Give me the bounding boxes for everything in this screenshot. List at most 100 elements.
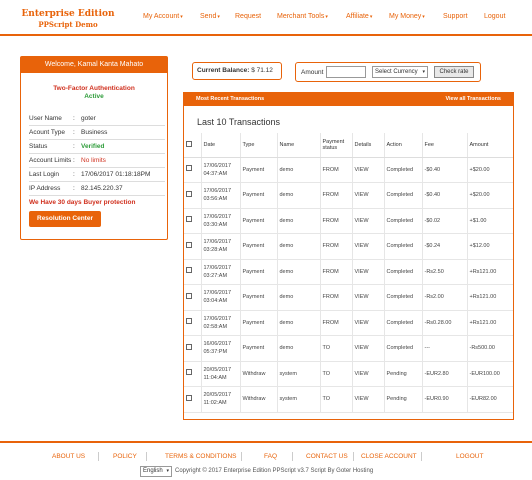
nav-item-label: Support xyxy=(443,13,468,20)
footer-link-about-us[interactable]: ABOUT US xyxy=(52,453,85,460)
cell-pstatus: FROM xyxy=(319,233,352,260)
cell-details[interactable]: VIEW xyxy=(351,157,384,183)
cell-fee: -$0.24 xyxy=(421,233,467,260)
resolution-center-button[interactable]: Resolution Center xyxy=(29,211,101,227)
recent-transactions-label: Most Recent Transactions xyxy=(196,96,265,102)
row-checkbox[interactable] xyxy=(186,165,192,172)
row-checkbox[interactable] xyxy=(186,292,192,299)
cell-type: Payment xyxy=(239,208,277,234)
cell-details[interactable]: VIEW xyxy=(351,310,384,336)
cell-details[interactable]: VIEW xyxy=(351,335,384,362)
row-checkbox[interactable] xyxy=(186,241,192,248)
footer-link-contact-us[interactable]: CONTACT US xyxy=(306,453,348,460)
caret-down-icon: ▾ xyxy=(369,14,373,20)
cell-name: demo xyxy=(276,233,320,260)
nav-item-logout[interactable]: Logout xyxy=(484,13,505,20)
cell-fee: -Rs2.00 xyxy=(421,284,467,311)
cell-fee: -EUR2.80 xyxy=(421,361,467,387)
select-all-checkbox[interactable] xyxy=(186,140,192,147)
select-all-checkbox-cell xyxy=(184,133,201,158)
cell-details[interactable]: VIEW xyxy=(351,284,384,311)
cell-action: Completed xyxy=(383,335,422,362)
cell-amount: -EUR100.00 xyxy=(466,361,513,387)
nav-item-send[interactable]: Send▾ xyxy=(200,13,220,20)
cell-amount: +Rs121.00 xyxy=(466,284,513,311)
footer-link-logout[interactable]: LOGOUT xyxy=(456,453,483,460)
cell-pstatus: TO xyxy=(319,386,352,413)
cell-fee: -EUR0.90 xyxy=(421,386,467,413)
row-checkbox[interactable] xyxy=(186,216,192,223)
row-checkbox[interactable] xyxy=(186,190,192,197)
cell-details[interactable]: VIEW xyxy=(351,259,384,285)
row-checkbox-cell xyxy=(184,208,201,234)
nav-item-my-money[interactable]: My Money▾ xyxy=(389,13,425,20)
table-row: 16/06/2017 05:37:PM Payment demo TO VIEW Comp… xyxy=(184,335,513,362)
cell-name: demo xyxy=(276,310,320,336)
table-row: 17/06/2017 03:27:AM Payment demo FROM VIEW Co… xyxy=(184,259,513,285)
info-colon: : xyxy=(73,171,75,178)
footer-separator xyxy=(241,452,242,461)
cell-details[interactable]: VIEW xyxy=(351,386,384,413)
nav-item-merchant-tools[interactable]: Merchant Tools▾ xyxy=(277,13,328,20)
info-divider xyxy=(29,125,165,126)
view-all-transactions-link[interactable]: View all Transactions xyxy=(445,93,501,106)
table-row: 17/06/2017 03:04:AM Payment demo FROM VIEW Co… xyxy=(184,284,513,311)
footer-nav: ABOUT US POLICY TERMS & CONDITIONS FAQ CONTA… xyxy=(0,452,532,461)
cell-amount: +Rs121.00 xyxy=(466,259,513,285)
buyer-protection-note: We Have 30 days Buyer protection xyxy=(29,199,136,206)
row-checkbox[interactable] xyxy=(186,318,192,325)
cell-date: 17/06/2017 03:30:AM xyxy=(200,208,240,234)
footer-link-faq[interactable]: FAQ xyxy=(264,453,277,460)
nav-item-request[interactable]: Request xyxy=(235,13,261,20)
currency-select[interactable]: Select Currency ▾ xyxy=(372,66,428,78)
info-colon: : xyxy=(73,143,75,150)
exchange-rate-form: Amount Select Currency ▾ Check rate xyxy=(295,62,481,82)
cell-details[interactable]: VIEW xyxy=(351,182,384,209)
info-colon: : xyxy=(73,115,75,122)
cell-details[interactable]: VIEW xyxy=(351,233,384,260)
amount-input[interactable] xyxy=(326,66,366,78)
row-checkbox-cell xyxy=(184,361,201,387)
row-checkbox[interactable] xyxy=(186,343,192,350)
cell-action: Completed xyxy=(383,182,422,209)
row-checkbox[interactable] xyxy=(186,369,192,376)
cell-type: Withdraw xyxy=(239,361,277,387)
footer-link-policy[interactable]: POLICY xyxy=(113,453,137,460)
cell-date: 17/06/2017 03:04:AM xyxy=(200,284,240,311)
transactions-card: Most Recent Transactions View all Transa… xyxy=(183,92,514,420)
currency-select-value: Select Currency xyxy=(375,69,418,75)
info-colon: : xyxy=(73,157,75,164)
info-divider xyxy=(29,153,165,154)
info-divider xyxy=(29,195,165,196)
brand-title: Enterprise Edition xyxy=(21,9,115,19)
cell-name: demo xyxy=(276,335,320,362)
cell-date: 17/06/2017 02:58:AM xyxy=(200,310,240,336)
footer-link-terms-conditions[interactable]: TERMS & CONDITIONS xyxy=(165,453,237,460)
cell-details[interactable]: VIEW xyxy=(351,361,384,387)
column-header: Name xyxy=(276,133,320,158)
nav-item-affiliate[interactable]: Affiliate▾ xyxy=(346,13,372,20)
check-rate-button[interactable]: Check rate xyxy=(434,66,474,78)
brand-logo[interactable]: Enterprise Edition PPScript Demo xyxy=(20,9,116,29)
column-header: Type xyxy=(239,133,277,158)
cell-fee: --- xyxy=(421,335,467,362)
caret-down-icon: ▾ xyxy=(217,14,220,20)
cell-name: demo xyxy=(276,259,320,285)
footer-link-close-account[interactable]: CLOSE ACCOUNT xyxy=(361,453,417,460)
nav-item-my-account[interactable]: My Account▾ xyxy=(143,13,183,20)
table-row: 20/05/2017 11:04:AM Withdraw system TO VIEW P… xyxy=(184,361,513,387)
table-row: 17/06/2017 04:37:AM Payment demo FROM VIEW Co… xyxy=(184,157,513,183)
cell-date: 20/05/2017 11:02:AM xyxy=(200,386,240,413)
cell-amount: -Rs500.00 xyxy=(466,335,513,362)
nav-item-support[interactable]: Support xyxy=(443,13,468,20)
row-checkbox[interactable] xyxy=(186,394,192,401)
column-header: Payment status xyxy=(319,133,352,158)
cell-fee: -$0.02 xyxy=(421,208,467,234)
cell-name: demo xyxy=(276,208,320,234)
language-select-value: English xyxy=(143,468,163,474)
info-value: 82.145.220.37 xyxy=(81,185,123,192)
cell-name: demo xyxy=(276,284,320,311)
language-select[interactable]: English ▾ xyxy=(140,466,172,477)
row-checkbox[interactable] xyxy=(186,267,192,274)
cell-details[interactable]: VIEW xyxy=(351,208,384,234)
